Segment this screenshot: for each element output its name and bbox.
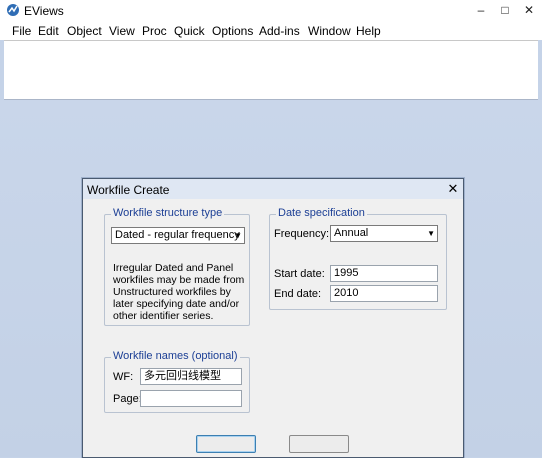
cancel-button[interactable] xyxy=(289,435,349,453)
dialog-title: Workfile Create xyxy=(87,183,170,197)
chevron-down-icon: ▼ xyxy=(234,231,242,240)
command-window[interactable] xyxy=(4,40,538,100)
eviews-logo-icon xyxy=(7,4,19,16)
end-date-label: End date: xyxy=(274,288,322,300)
menubar: File Edit Object View Proc Quick Options… xyxy=(0,21,542,40)
start-date-label: Start date: xyxy=(274,268,325,280)
maximize-button[interactable]: □ xyxy=(494,1,516,19)
structure-type-group: Workfile structure type Dated - regular … xyxy=(104,207,250,326)
wf-label: WF: xyxy=(113,371,134,383)
date-spec-legend: Date specification xyxy=(276,207,367,219)
frequency-label: Frequency: xyxy=(274,228,330,240)
menu-view[interactable]: View xyxy=(108,24,136,38)
app-title: EViews xyxy=(24,4,64,18)
app-titlebar: EViews – □ ✕ xyxy=(0,0,542,22)
structure-type-legend: Workfile structure type xyxy=(111,207,225,219)
page-name-input[interactable] xyxy=(140,390,242,407)
chevron-down-icon: ▼ xyxy=(427,229,435,238)
minimize-button[interactable]: – xyxy=(470,1,492,19)
menu-help[interactable]: Help xyxy=(355,24,382,38)
workfile-names-group: Workfile names (optional) WF: 多元回归线模型 Pa… xyxy=(104,350,250,413)
menu-addins[interactable]: Add-ins xyxy=(258,24,301,38)
structure-type-value: Dated - regular frequency xyxy=(115,229,240,241)
wf-name-input[interactable]: 多元回归线模型 xyxy=(140,368,242,385)
menu-proc[interactable]: Proc xyxy=(141,24,168,38)
end-date-input[interactable]: 2010 xyxy=(330,285,438,302)
structure-note: Irregular Dated and Panel workfiles may … xyxy=(113,262,245,322)
menu-edit[interactable]: Edit xyxy=(37,24,60,38)
dialog-close-icon[interactable]: ✕ xyxy=(445,181,461,197)
menu-options[interactable]: Options xyxy=(211,24,254,38)
workfile-names-legend: Workfile names (optional) xyxy=(111,350,240,362)
page-label: Page: xyxy=(113,393,142,405)
start-date-input[interactable]: 1995 xyxy=(330,265,438,282)
dialog-titlebar[interactable]: Workfile Create ✕ xyxy=(83,179,463,199)
close-button[interactable]: ✕ xyxy=(518,1,540,19)
menu-window[interactable]: Window xyxy=(307,24,352,38)
ok-button[interactable] xyxy=(196,435,256,453)
structure-type-select[interactable]: Dated - regular frequency ▼ xyxy=(111,227,245,244)
frequency-value: Annual xyxy=(334,227,369,239)
frequency-select[interactable]: Annual ▼ xyxy=(330,225,438,242)
date-spec-group: Date specification Frequency: Annual ▼ S… xyxy=(269,207,447,310)
menu-quick[interactable]: Quick xyxy=(173,24,206,38)
menu-object[interactable]: Object xyxy=(66,24,103,38)
menu-file[interactable]: File xyxy=(11,24,32,38)
workfile-create-dialog: Workfile Create ✕ Workfile structure typ… xyxy=(82,178,464,458)
